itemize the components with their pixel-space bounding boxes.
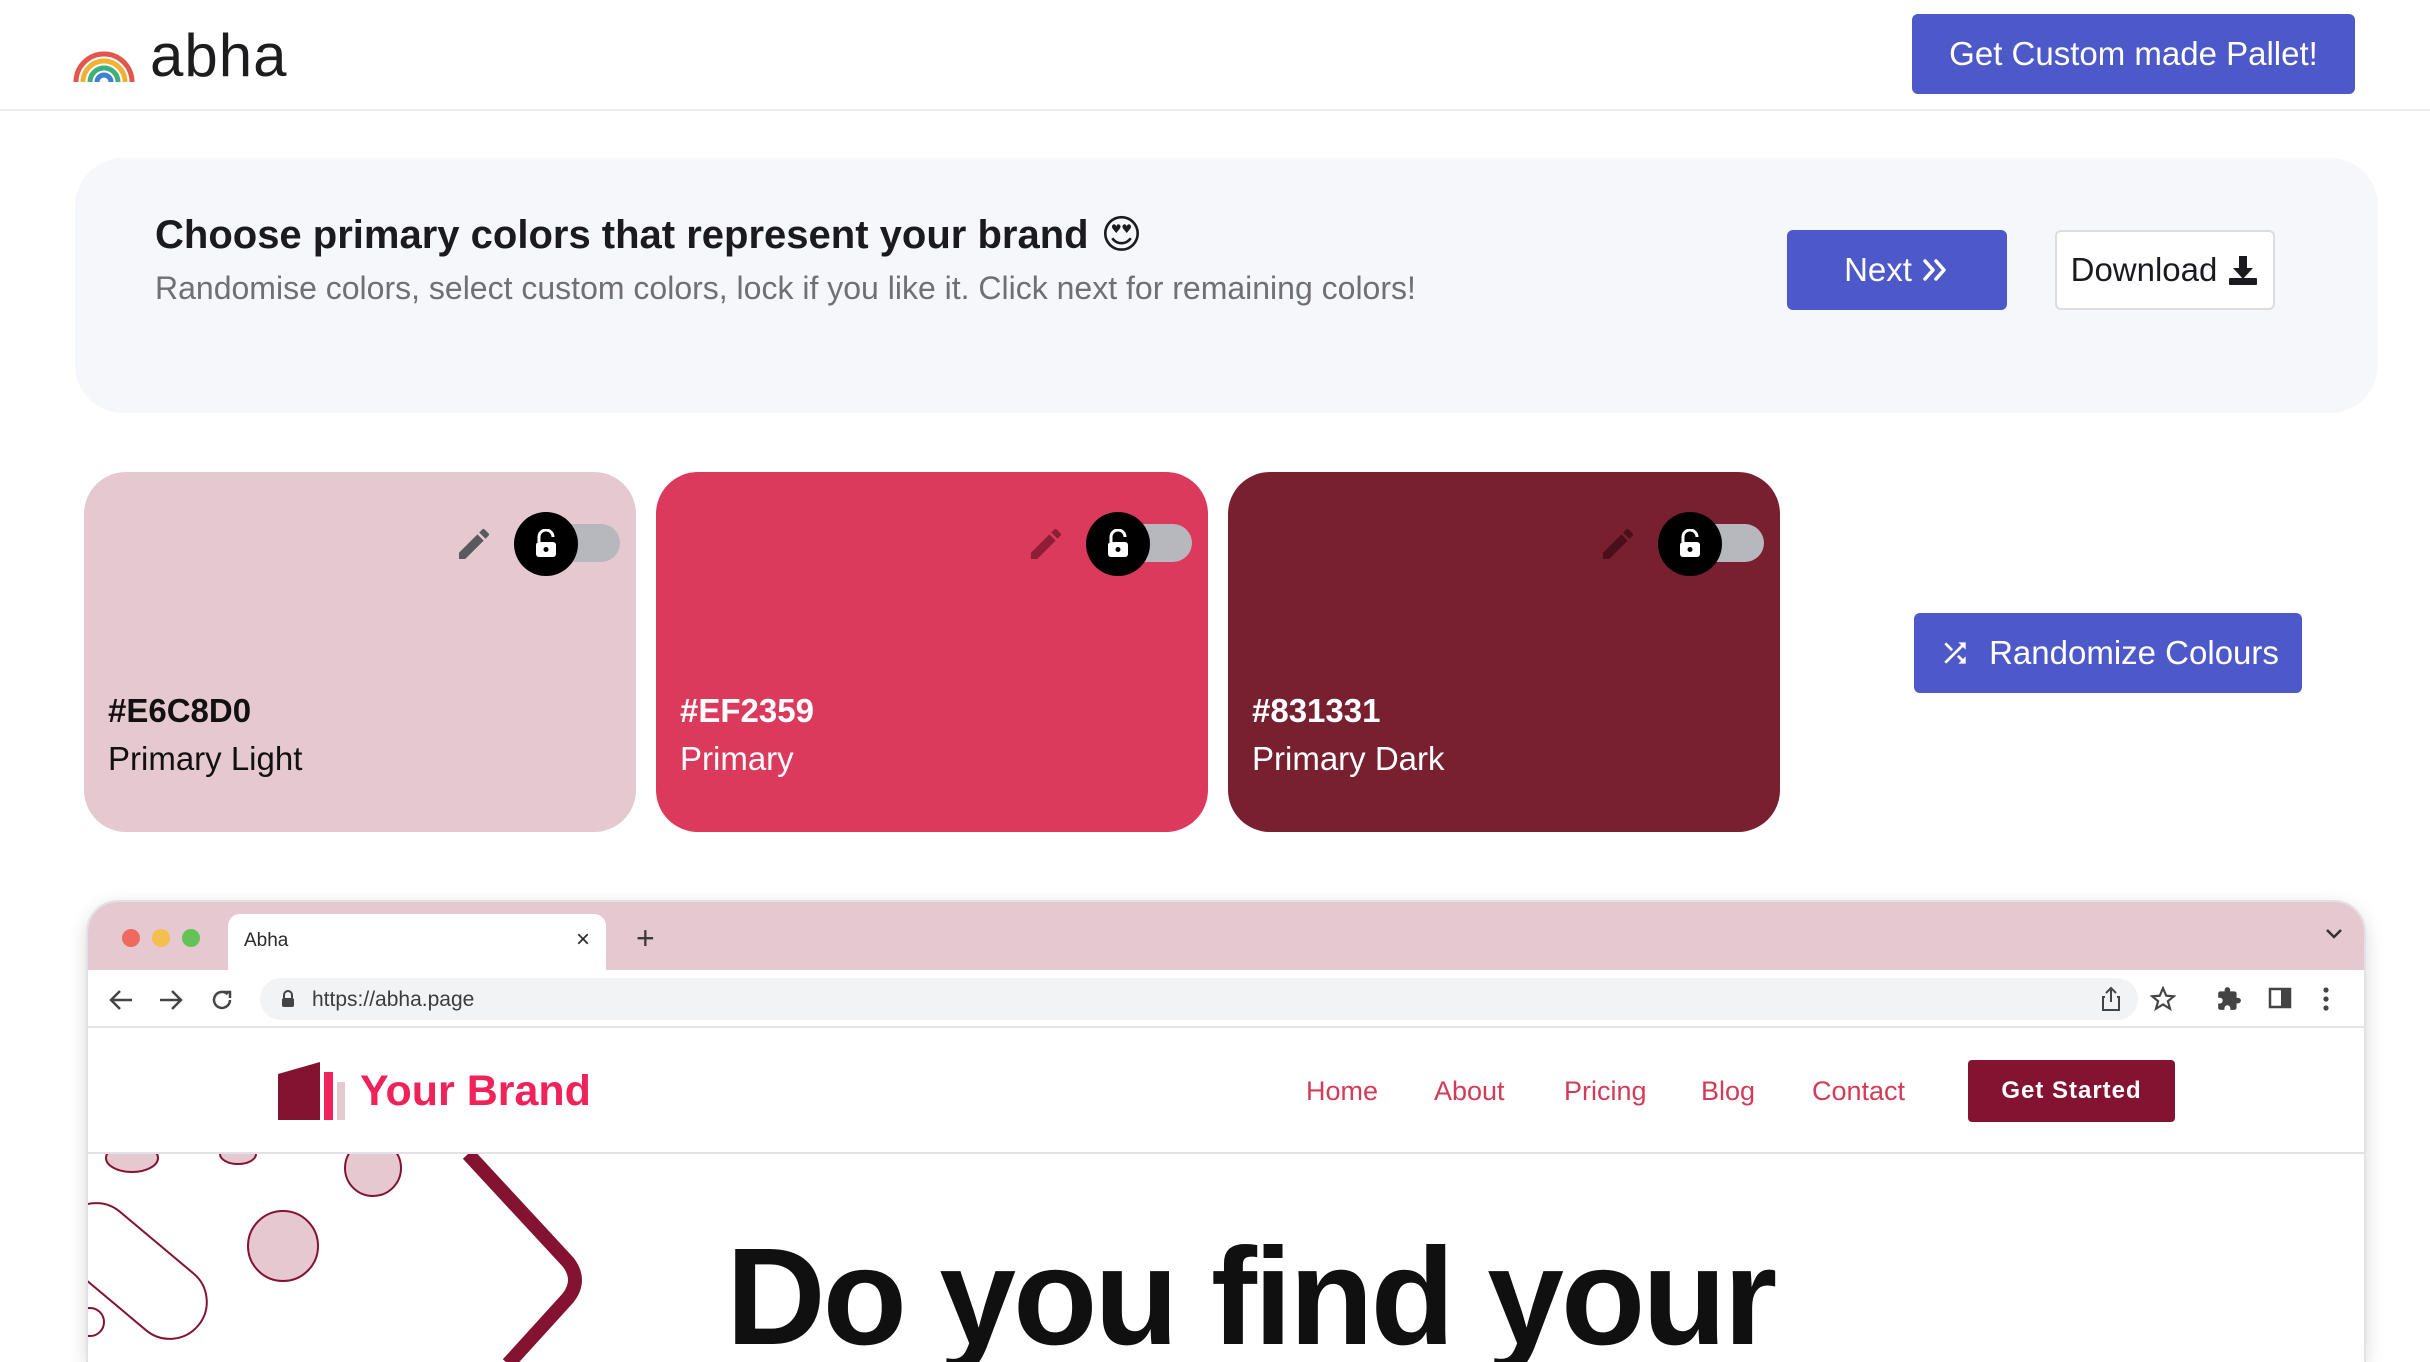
lock-toggle[interactable]	[1658, 512, 1764, 576]
next-button[interactable]: Next	[1787, 230, 2007, 310]
logo[interactable]: abha	[72, 26, 287, 86]
swatch-name: Primary Light	[108, 740, 303, 777]
heart-eyes-emoji-icon: 😍	[1100, 213, 1143, 257]
browser-tab[interactable]: Abha ×	[228, 914, 606, 970]
minimize-window-dot-icon[interactable]	[152, 929, 170, 947]
preview-website: Your Brand Home About Pricing Blog Conta…	[88, 1028, 2364, 1362]
nav-pricing[interactable]: Pricing	[1564, 1076, 1647, 1107]
download-button[interactable]: Download	[2055, 230, 2275, 310]
decorative-shapes	[88, 1154, 582, 1362]
panel-subtitle: Randomise colors, select custom colors, …	[155, 270, 1416, 306]
pencil-icon[interactable]	[1026, 524, 1066, 564]
swatch-name: Primary Dark	[1252, 740, 1445, 777]
randomize-colours-button[interactable]: Randomize Colours	[1914, 613, 2302, 693]
swatch-hex: #EF2359	[680, 692, 814, 729]
reload-icon[interactable]	[210, 988, 234, 1012]
randomize-label: Randomize Colours	[1989, 634, 2279, 671]
back-arrow-icon[interactable]	[108, 988, 134, 1012]
lock-toggle[interactable]	[514, 512, 620, 576]
next-label: Next	[1844, 251, 1912, 288]
nav-about[interactable]: About	[1434, 1076, 1505, 1107]
swatch-hex: #831331	[1252, 692, 1381, 729]
lock-icon	[282, 990, 294, 1007]
swatch-primary-dark[interactable]: #831331 Primary Dark	[1228, 472, 1780, 832]
preview-header: Your Brand Home About Pricing Blog Conta…	[88, 1028, 2364, 1154]
close-window-dot-icon[interactable]	[122, 929, 140, 947]
hero-heading: Do you find your	[726, 1220, 1777, 1362]
address-bar: https://abha.page	[88, 970, 2364, 1028]
unlock-icon	[1086, 512, 1150, 576]
unlock-icon	[1658, 512, 1722, 576]
maximize-window-dot-icon[interactable]	[182, 929, 200, 947]
rainbow-icon	[73, 51, 135, 83]
forward-arrow-icon[interactable]	[158, 988, 184, 1012]
custom-pallet-button[interactable]: Get Custom made Pallet!	[1912, 14, 2355, 94]
swatch-name: Primary	[680, 740, 794, 777]
swatch-primary-light[interactable]: #E6C8D0 Primary Light	[84, 472, 636, 832]
brand-name: Your Brand	[360, 1066, 591, 1115]
more-menu-icon[interactable]	[2322, 986, 2330, 1012]
preview-brand[interactable]: Your Brand	[276, 1060, 591, 1122]
download-label: Download	[2070, 251, 2218, 288]
extensions-icon[interactable]	[2216, 986, 2242, 1012]
double-chevron-right-icon	[1923, 259, 1946, 281]
lock-toggle[interactable]	[1086, 512, 1192, 576]
unlock-icon	[514, 512, 578, 576]
close-tab-icon[interactable]: ×	[576, 926, 590, 954]
browser-tab-bar: Abha × +	[88, 902, 2364, 970]
top-bar: abha Get Custom made Pallet!	[0, 0, 2430, 111]
new-tab-icon[interactable]: +	[636, 922, 655, 954]
url-field[interactable]: https://abha.page	[260, 978, 2138, 1020]
instruction-panel: Choose primary colors that represent you…	[75, 158, 2378, 413]
side-panel-icon[interactable]	[2268, 986, 2292, 1010]
pencil-icon[interactable]	[1598, 524, 1638, 564]
tab-title: Abha	[244, 930, 289, 951]
nav-blog[interactable]: Blog	[1701, 1076, 1755, 1107]
shuffle-icon	[1944, 642, 1966, 664]
nav-home[interactable]: Home	[1306, 1076, 1378, 1107]
get-started-button[interactable]: Get Started	[1968, 1060, 2175, 1122]
preview-browser: Abha × + https://abha.page Your Brand Ho…	[88, 902, 2364, 1362]
download-icon	[2229, 256, 2258, 285]
chevron-down-icon[interactable]	[2324, 926, 2344, 940]
share-icon[interactable]	[2100, 986, 2122, 1012]
panel-title: Choose primary colors that represent you…	[155, 212, 1142, 258]
brand-logo-icon	[278, 1062, 345, 1120]
pencil-icon[interactable]	[454, 524, 494, 564]
logo-text: abha	[150, 22, 288, 89]
nav-contact[interactable]: Contact	[1812, 1076, 1905, 1107]
panel-title-text: Choose primary colors that represent you…	[155, 212, 1089, 257]
swatch-primary[interactable]: #EF2359 Primary	[656, 472, 1208, 832]
star-icon[interactable]	[2150, 986, 2176, 1012]
swatch-hex: #E6C8D0	[108, 692, 252, 729]
url-text: https://abha.page	[312, 988, 475, 1011]
